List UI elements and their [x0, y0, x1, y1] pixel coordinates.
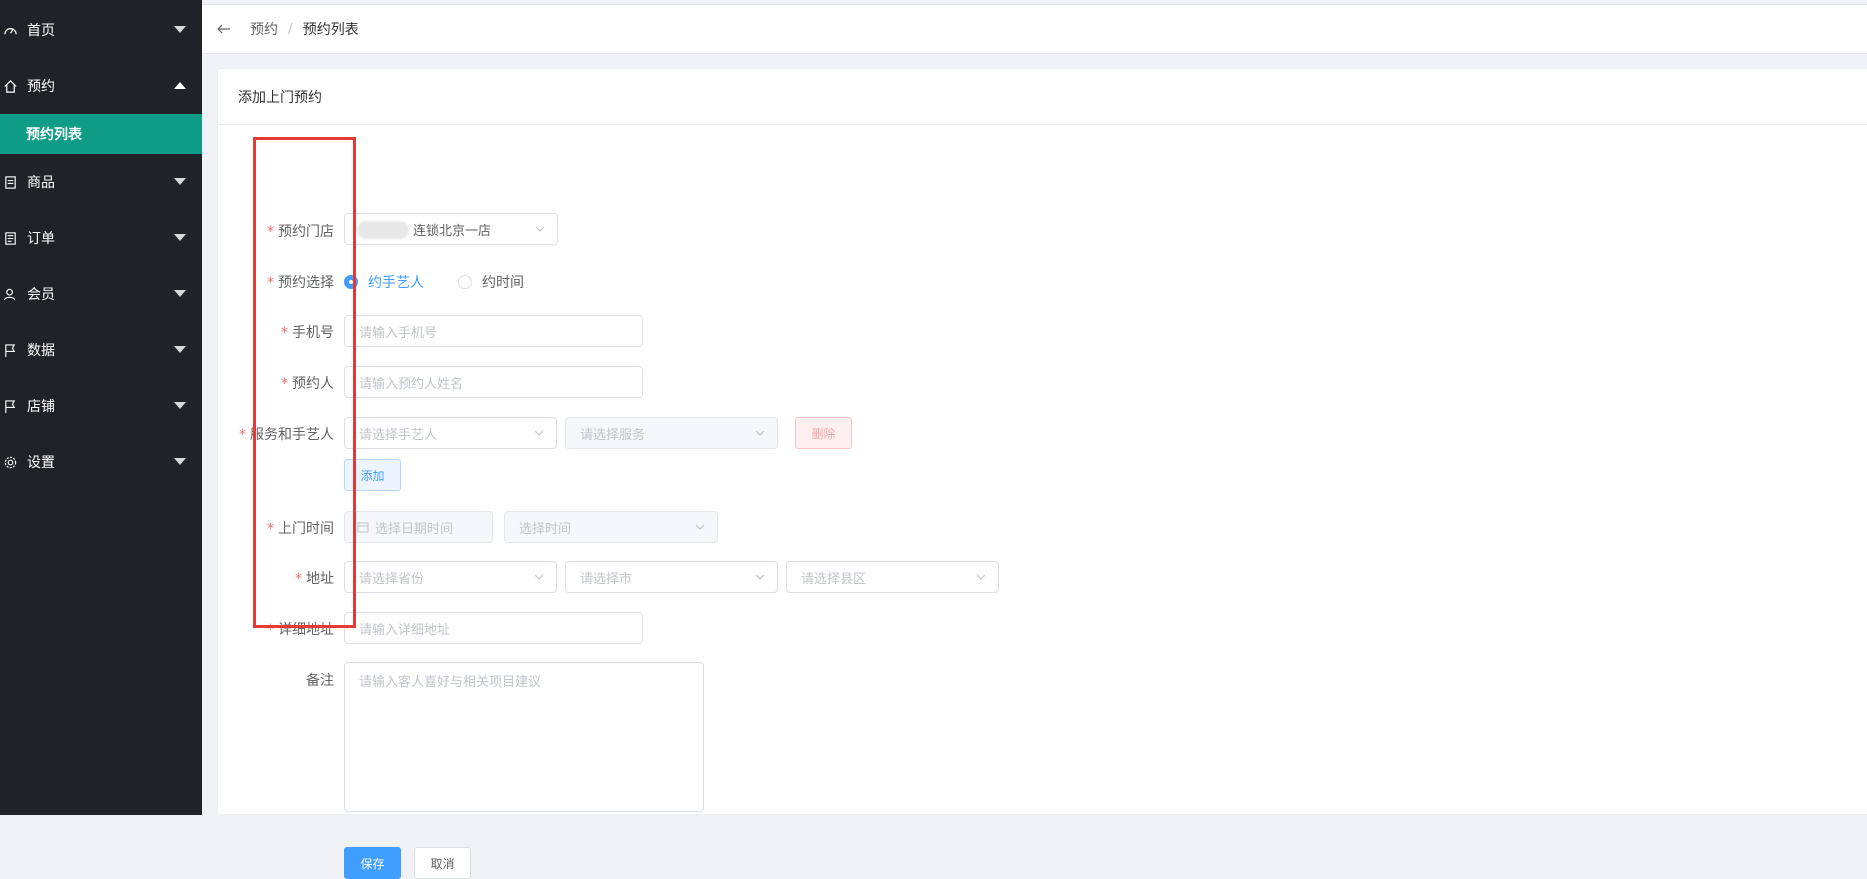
- store-label: *预约门店: [267, 221, 334, 241]
- radio-unchecked-icon: [458, 275, 472, 289]
- sidebar-item-label: 会员: [27, 284, 55, 304]
- sidebar-item-booking[interactable]: 预约: [0, 58, 202, 114]
- card-title: 添加上门预约: [218, 69, 1867, 125]
- booker-label: *预约人: [281, 373, 334, 393]
- date-time-picker[interactable]: 选择日期时间: [344, 511, 493, 543]
- home-icon: [2, 78, 18, 94]
- caret-up-icon: [174, 82, 186, 90]
- redacted-mask: [357, 221, 409, 239]
- sidebar-item-label: 店铺: [27, 396, 55, 416]
- add-button[interactable]: 添加: [344, 459, 401, 491]
- breadcrumb-item-booking[interactable]: 预约: [250, 19, 278, 39]
- caret-down-icon: [174, 346, 186, 354]
- phone-input[interactable]: 请输入手机号: [344, 315, 643, 347]
- visit-time-label: *上门时间: [267, 518, 334, 538]
- city-select[interactable]: 请选择市: [565, 561, 778, 593]
- gear-icon: [2, 454, 18, 470]
- caret-down-icon: [174, 290, 186, 298]
- radio-checked-icon: [344, 275, 358, 289]
- service-label: *服务和手艺人: [239, 424, 334, 444]
- back-arrow-icon[interactable]: [216, 21, 232, 37]
- sidebar-item-label: 数据: [27, 340, 55, 360]
- breadcrumb-item-booking-list: 预约列表: [303, 19, 359, 39]
- phone-label: *手机号: [281, 322, 334, 342]
- flag-icon: [2, 342, 18, 358]
- sidebar-item-store[interactable]: 店铺: [0, 378, 202, 434]
- breadcrumb: 预约 / 预约列表: [202, 4, 1867, 54]
- caret-down-icon: [174, 178, 186, 186]
- remark-label: 备注: [306, 670, 334, 690]
- district-select[interactable]: 请选择县区: [786, 561, 999, 593]
- booking-form: *预约门店 连锁北京一店 *预约选择 约手艺人 约时间 *手机号 请输入手机号 …: [218, 125, 1867, 814]
- cancel-button[interactable]: 取消: [414, 847, 471, 879]
- chevron-down-icon: [976, 574, 986, 580]
- sidebar-item-data[interactable]: 数据: [0, 322, 202, 378]
- chevron-down-icon: [755, 430, 765, 436]
- sidebar-item-products[interactable]: 商品: [0, 154, 202, 210]
- artisan-select[interactable]: 请选择手艺人: [344, 417, 557, 449]
- radio-artisan[interactable]: 约手艺人: [344, 272, 424, 292]
- service-select[interactable]: 请选择服务: [565, 417, 778, 449]
- calendar-icon: [357, 521, 369, 533]
- sidebar-item-members[interactable]: 会员: [0, 266, 202, 322]
- sidebar-item-label: 商品: [27, 172, 55, 192]
- chevron-down-icon: [534, 574, 544, 580]
- sidebar-item-label: 预约: [27, 76, 55, 96]
- detail-address-label: *详细地址: [267, 619, 334, 639]
- sidebar-item-label: 订单: [27, 228, 55, 248]
- caret-down-icon: [174, 402, 186, 410]
- sidebar-subitem-booking-list[interactable]: 预约列表: [0, 114, 202, 154]
- time-select[interactable]: 选择时间: [504, 511, 718, 543]
- breadcrumb-separator: /: [288, 21, 293, 37]
- delete-button[interactable]: 删除: [795, 417, 852, 449]
- save-button[interactable]: 保存: [344, 847, 401, 879]
- chevron-down-icon: [695, 524, 705, 530]
- document-icon: [2, 174, 18, 190]
- sidebar-item-label: 首页: [27, 20, 55, 40]
- address-label: *地址: [295, 568, 334, 588]
- booking-choice-label: *预约选择: [267, 272, 334, 292]
- chevron-down-icon: [534, 430, 544, 436]
- detail-address-input[interactable]: 请输入详细地址: [344, 612, 643, 644]
- remark-textarea[interactable]: 请输入客人喜好与相关项目建议: [344, 662, 704, 812]
- chevron-down-icon: [535, 226, 545, 232]
- sidebar-item-settings[interactable]: 设置: [0, 434, 202, 490]
- form-card: 添加上门预约 *预约门店 连锁北京一店 *预约选择 约手艺人 约时间 *手机号 …: [217, 68, 1867, 815]
- caret-down-icon: [174, 234, 186, 242]
- clipboard-icon: [2, 230, 18, 246]
- dashboard-icon: [2, 22, 18, 38]
- province-select[interactable]: 请选择省份: [344, 561, 557, 593]
- user-icon: [2, 286, 18, 302]
- store-select[interactable]: 连锁北京一店: [344, 213, 558, 245]
- booker-name-input[interactable]: 请输入预约人姓名: [344, 366, 643, 398]
- chevron-down-icon: [755, 574, 765, 580]
- sidebar-item-orders[interactable]: 订单: [0, 210, 202, 266]
- caret-down-icon: [174, 26, 186, 34]
- sidebar-item-home[interactable]: 首页: [0, 2, 202, 58]
- sidebar-item-label: 设置: [27, 452, 55, 472]
- flag-icon: [2, 398, 18, 414]
- sidebar: 首页 预约 预约列表 商品 订单 会员 数据: [0, 0, 202, 815]
- radio-time[interactable]: 约时间: [458, 272, 524, 292]
- caret-down-icon: [174, 458, 186, 466]
